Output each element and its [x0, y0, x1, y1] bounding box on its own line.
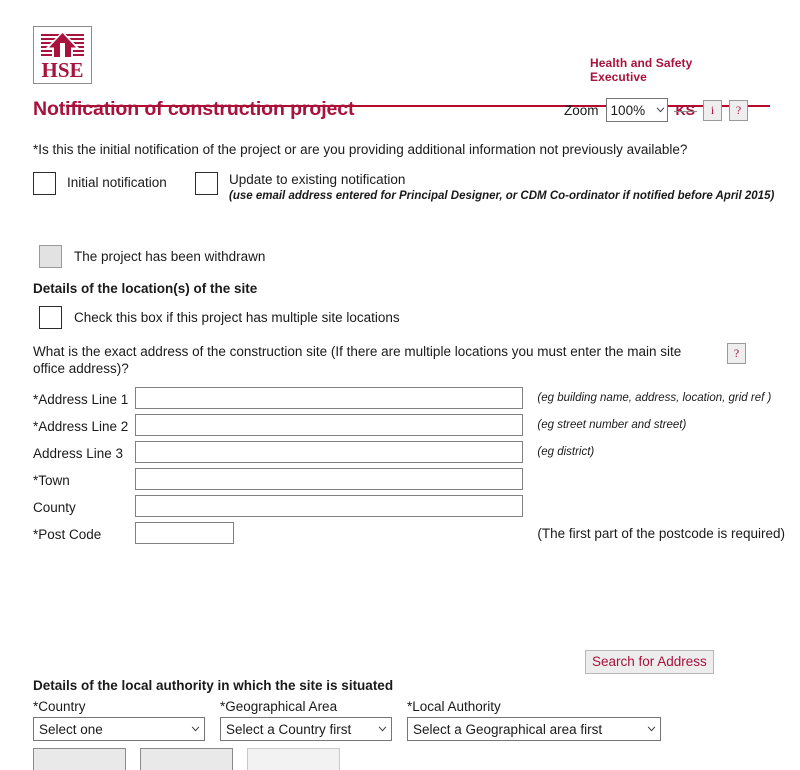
- table-row: *Town: [33, 468, 785, 495]
- address-question: What is the exact address of the constru…: [33, 343, 746, 377]
- local-authority-select[interactable]: Select a Geographical area first: [407, 717, 661, 741]
- address-fields-table: *Address Line 1 (eg building name, addre…: [33, 387, 785, 544]
- zoom-select[interactable]: 100%: [605, 98, 668, 122]
- town-label: *Town: [33, 473, 70, 488]
- address-line-3-input[interactable]: [135, 441, 524, 463]
- form-page: HSE Health and Safety Executive Notifica…: [0, 16, 800, 770]
- bottom-button-2[interactable]: [140, 748, 233, 770]
- table-row: Address Line 3 (eg district): [33, 441, 785, 468]
- project-withdrawn-checkbox[interactable]: [39, 245, 62, 268]
- address-line-1-hint: (eg building name, address, location, gr…: [537, 392, 772, 404]
- hse-logo: HSE: [33, 26, 92, 84]
- authority-section-heading: Details of the local authority in which …: [33, 678, 394, 693]
- county-input[interactable]: [135, 495, 524, 517]
- authority-selects: *Country Select one *Geographical Area S…: [33, 699, 676, 741]
- geographical-area-select[interactable]: Select a Country first: [220, 717, 392, 741]
- address-line-3-hint: (eg district): [537, 446, 595, 458]
- table-row: *Post Code (The first part of the postco…: [33, 522, 785, 544]
- country-group: *Country Select one: [33, 699, 205, 741]
- country-label: *Country: [33, 699, 86, 714]
- table-row: *Address Line 2 (eg street number and st…: [33, 414, 785, 441]
- county-label: County: [33, 500, 76, 515]
- address-question-text: What is the exact address of the constru…: [33, 344, 682, 376]
- help-icon[interactable]: ?: [729, 99, 748, 121]
- geographical-area-group: *Geographical Area Select a Country firs…: [220, 699, 392, 741]
- project-withdrawn-label: The project has been withdrawn: [74, 249, 266, 264]
- chevron-down-icon: [656, 107, 664, 113]
- address-line-2-input[interactable]: [135, 414, 524, 436]
- hse-logo-wordmark: HSE: [41, 58, 83, 82]
- geographical-area-select-value: Select a Country first: [226, 721, 352, 737]
- form-content: *Is this the initial notification of the…: [33, 142, 785, 770]
- post-code-label: *Post Code: [33, 527, 102, 542]
- local-authority-select-value: Select a Geographical area first: [413, 721, 603, 737]
- country-select-value: Select one: [39, 721, 103, 737]
- post-code-note: (The first part of the postcode is requi…: [537, 526, 785, 541]
- address-line-3-label: Address Line 3: [33, 446, 124, 461]
- organisation-line-2: Executive: [590, 69, 647, 84]
- initial-notification-checkbox[interactable]: [33, 172, 56, 195]
- address-line-1-label: *Address Line 1: [33, 392, 129, 407]
- initial-notification-label: Initial notification: [67, 175, 167, 190]
- search-for-address-button[interactable]: Search for Address: [585, 650, 714, 674]
- ks-indicator[interactable]: KS: [673, 100, 698, 120]
- zoom-select-value: 100%: [610, 102, 646, 118]
- local-authority-group: *Local Authority Select a Geographical a…: [407, 699, 661, 741]
- bottom-button-bar: [33, 748, 354, 770]
- hse-logo-icon: HSE: [34, 27, 91, 83]
- multiple-locations-row[interactable]: Check this box if this project has multi…: [33, 306, 785, 329]
- bottom-button-1[interactable]: [33, 748, 126, 770]
- withdrawn-row[interactable]: The project has been withdrawn: [33, 245, 785, 268]
- organisation-name: Health and Safety Executive: [590, 56, 750, 84]
- title-row: Notification of construction project Zoo…: [33, 98, 785, 128]
- notification-type-choices: Initial notification Update to existing …: [33, 171, 785, 203]
- address-help-icon[interactable]: ?: [727, 343, 746, 364]
- multiple-locations-label: Check this box if this project has multi…: [74, 310, 400, 325]
- page-title: Notification of construction project: [33, 98, 355, 120]
- chevron-down-icon: [647, 726, 656, 732]
- table-row: County: [33, 495, 785, 522]
- info-icon[interactable]: i: [703, 99, 722, 121]
- address-line-2-label: *Address Line 2: [33, 419, 129, 434]
- address-line-2-hint: (eg street number and street): [537, 419, 687, 431]
- update-notification-note: (use email address entered for Principal…: [229, 190, 775, 202]
- table-row: *Address Line 1 (eg building name, addre…: [33, 387, 785, 414]
- country-select[interactable]: Select one: [33, 717, 205, 741]
- address-line-1-input[interactable]: [135, 387, 524, 409]
- choice-update-notification[interactable]: Update to existing notification (use ema…: [195, 171, 774, 203]
- county-hint: [523, 495, 785, 522]
- toolbar: Zoom 100% KS i ?: [564, 98, 748, 122]
- initial-or-update-question: *Is this the initial notification of the…: [33, 142, 688, 157]
- multiple-locations-checkbox[interactable]: [39, 306, 62, 329]
- bottom-button-3[interactable]: [247, 748, 340, 770]
- update-notification-label: Update to existing notification: [229, 172, 406, 187]
- organisation-line-1: Health and Safety: [590, 56, 693, 70]
- post-code-input[interactable]: [135, 522, 235, 544]
- local-authority-label: *Local Authority: [407, 699, 501, 714]
- choice-initial-notification[interactable]: Initial notification: [33, 171, 195, 195]
- page-header: HSE Health and Safety Executive: [33, 16, 785, 107]
- town-hint: [523, 468, 785, 495]
- location-section-heading: Details of the location(s) of the site: [33, 281, 258, 296]
- geographical-area-label: *Geographical Area: [220, 699, 338, 714]
- chevron-down-icon: [378, 726, 387, 732]
- zoom-label: Zoom: [564, 102, 599, 118]
- chevron-down-icon: [191, 726, 200, 732]
- town-input[interactable]: [135, 468, 524, 490]
- update-notification-checkbox[interactable]: [195, 172, 218, 195]
